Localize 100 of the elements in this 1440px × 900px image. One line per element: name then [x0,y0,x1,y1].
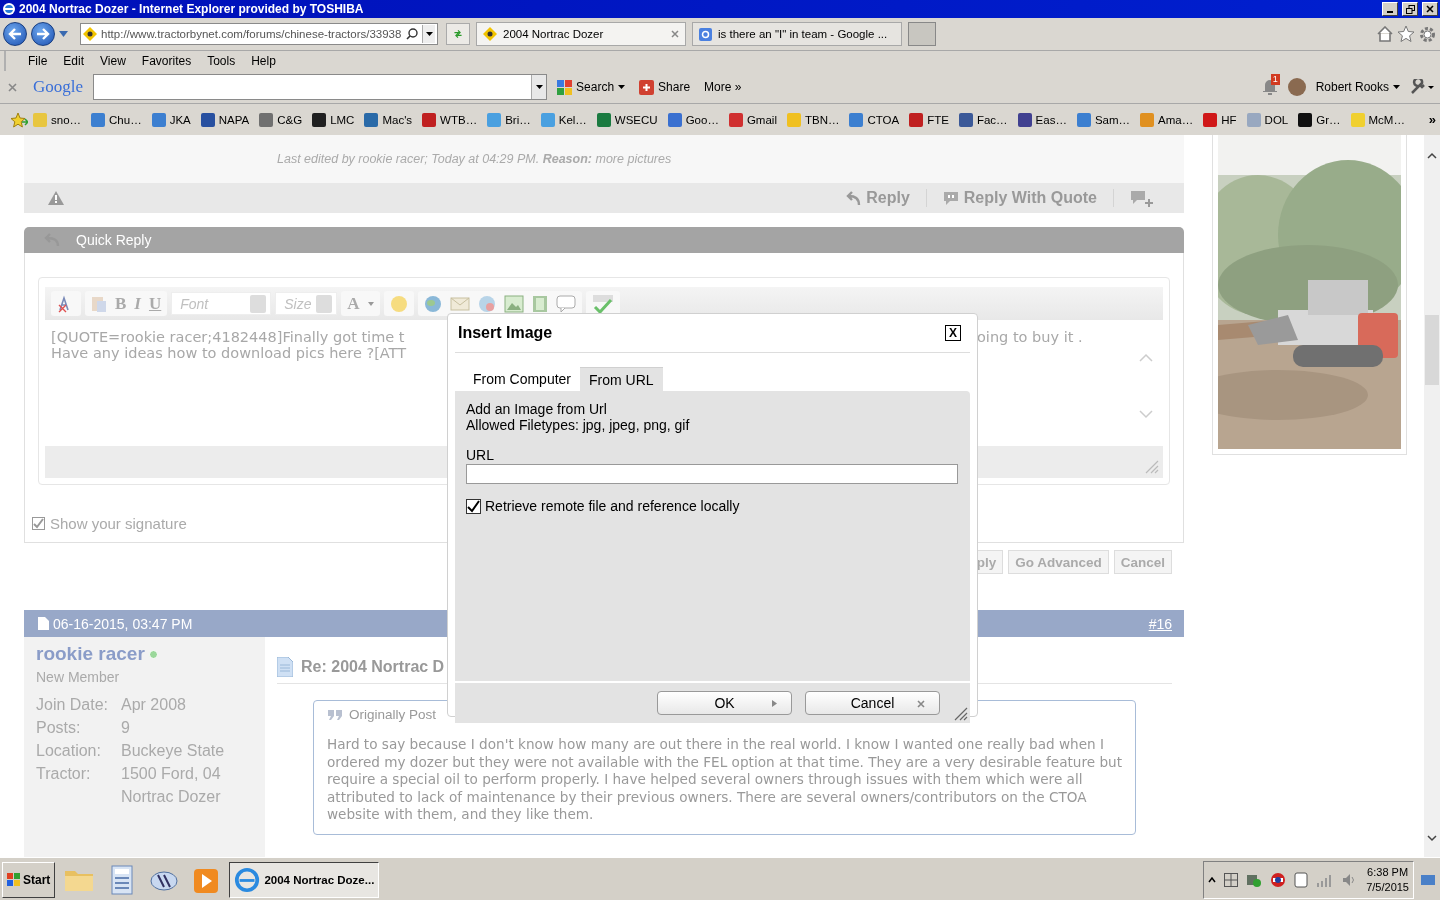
device-icon[interactable] [1294,872,1309,888]
more-favorites-button[interactable]: » [1428,112,1436,127]
favorites-star-icon[interactable] [1397,25,1415,43]
window-title: 2004 Nortrac Dozer - Internet Explorer provided by TOSHIBA [19,2,365,16]
menu-item[interactable]: Tools [199,54,244,68]
search-icon[interactable] [406,28,418,40]
taskbar-task[interactable]: 2004 Nortrac Doze... [229,862,380,898]
ok-button[interactable]: OK [657,691,792,715]
menu-item[interactable]: Edit [55,54,93,68]
detail-value: Apr 2008 [121,695,187,715]
tab-label: 2004 Nortrac Dozer [503,28,605,40]
favorite-link[interactable]: CTOA [844,112,905,127]
favorite-link[interactable]: sno… [28,112,87,127]
favorite-link[interactable]: FTE [904,112,954,127]
windows-flag-icon [7,873,21,887]
menu-item[interactable]: View [92,54,134,68]
favorite-link[interactable]: DOL [1241,112,1294,127]
favorite-link[interactable]: WTB… [417,112,483,127]
avatar[interactable] [1287,78,1306,96]
favorite-link[interactable]: Kel… [535,112,592,127]
quote-attribution: Originally Post [349,707,437,722]
no-entry-icon[interactable] [1270,872,1287,888]
favorite-link[interactable]: NAPA [195,112,255,127]
cancel-button[interactable]: Cancel [805,691,940,715]
signature-checkbox[interactable] [32,517,45,530]
scrollbar-track[interactable] [1424,135,1440,857]
show-desktop-icon[interactable] [1420,872,1436,888]
show-hidden-icons-icon[interactable] [1208,877,1217,883]
favorite-link[interactable]: JKA [146,112,196,127]
tractor-sign-icon [83,27,97,41]
favorite-link[interactable]: Mac's [359,112,418,127]
detail-label: Posts: [36,718,82,738]
scrollbar-thumb[interactable] [1425,315,1439,385]
favorite-link[interactable]: TBN… [781,112,845,127]
close-tab-icon[interactable] [671,30,679,38]
new-tab-button[interactable] [908,22,936,46]
google-tab-icon [699,27,712,41]
settings-icon[interactable] [1419,25,1436,43]
favorite-link[interactable]: Chu… [86,112,147,127]
menu-item[interactable]: Favorites [133,54,200,68]
forward-button[interactable] [31,22,55,46]
favorite-link[interactable]: Gmail [723,112,782,127]
favorites-star-icon[interactable] [10,111,28,128]
home-icon[interactable] [1377,26,1393,42]
arrow-right-icon [772,700,777,707]
resize-grip-icon[interactable] [954,707,968,721]
spellcheck-icon[interactable] [591,293,614,314]
address-field[interactable]: http://www.tractorbynet.com/forums/chinese-tractors/33938 [80,23,438,45]
unlink-icon[interactable] [477,294,496,313]
favorite-link[interactable]: Ama… [1135,112,1199,127]
close-icon[interactable] [8,82,17,92]
toolbar-search-field[interactable] [93,74,548,100]
more-button[interactable]: More » [700,80,746,94]
address-dropdown[interactable] [422,25,435,43]
film-icon[interactable] [531,294,548,313]
back-button[interactable] [3,22,27,46]
share-button[interactable]: Share [635,79,695,95]
windows-icon[interactable] [1224,873,1239,887]
url-text: http://www.tractorbynet.com/forums/chinese-tractors/33938 [101,28,402,40]
favorite-link[interactable]: Gr… [1293,112,1346,127]
globe-icon[interactable] [423,294,442,313]
resize-grip-icon[interactable] [1145,460,1159,474]
minimize-button[interactable] [1382,2,1398,16]
image-icon[interactable] [503,294,524,313]
scroll-down-icon[interactable] [1426,833,1438,843]
favorite-link[interactable]: WSECU [591,112,663,127]
favorite-link[interactable]: Sam… [1071,112,1136,127]
restore-button[interactable] [1402,2,1418,16]
search-button[interactable]: Search [553,79,630,95]
dropdown-icon[interactable] [59,31,68,37]
warning-icon[interactable] [48,191,64,205]
caret-icon [535,85,543,89]
menu-item[interactable]: Help [243,54,284,68]
browser-tab[interactable]: 2004 Nortrac Dozer [476,22,686,46]
account-menu[interactable]: Robert Rooks [1311,80,1404,94]
check-icon [33,518,44,529]
favorite-link[interactable]: HF [1198,112,1242,127]
post-date: 06-16-2015, 03:47 PM [53,615,193,632]
favorite-link[interactable]: Bri… [482,112,536,127]
favorite-link[interactable]: LMC [307,112,360,127]
dialog-tab[interactable]: From URL [580,367,663,391]
favorite-link[interactable]: Eas… [1012,112,1072,127]
favorite-link[interactable]: Fac… [953,112,1013,127]
caret-icon [367,301,374,306]
close-button[interactable] [1422,2,1438,16]
refresh-button[interactable] [446,23,470,45]
scroll-up-icon[interactable] [1426,151,1438,161]
quote-bubble-icon[interactable] [555,294,576,313]
security-icon[interactable] [1246,872,1263,888]
favorite-link[interactable]: McM… [1345,112,1410,127]
retrieve-checkbox[interactable] [466,498,481,514]
favorite-link[interactable]: C&G [254,112,308,127]
url-input-field[interactable] [466,464,958,484]
close-button[interactable]: X [945,325,961,341]
favorite-link[interactable]: Goo… [662,112,724,127]
menu-item[interactable]: File [20,54,56,68]
browser-tab[interactable]: is there an "I" in team - Google ... [692,22,902,46]
start-button[interactable]: Start [2,862,56,898]
multi-quote-icon[interactable] [1130,189,1154,207]
wrench-icon[interactable] [1410,79,1434,95]
